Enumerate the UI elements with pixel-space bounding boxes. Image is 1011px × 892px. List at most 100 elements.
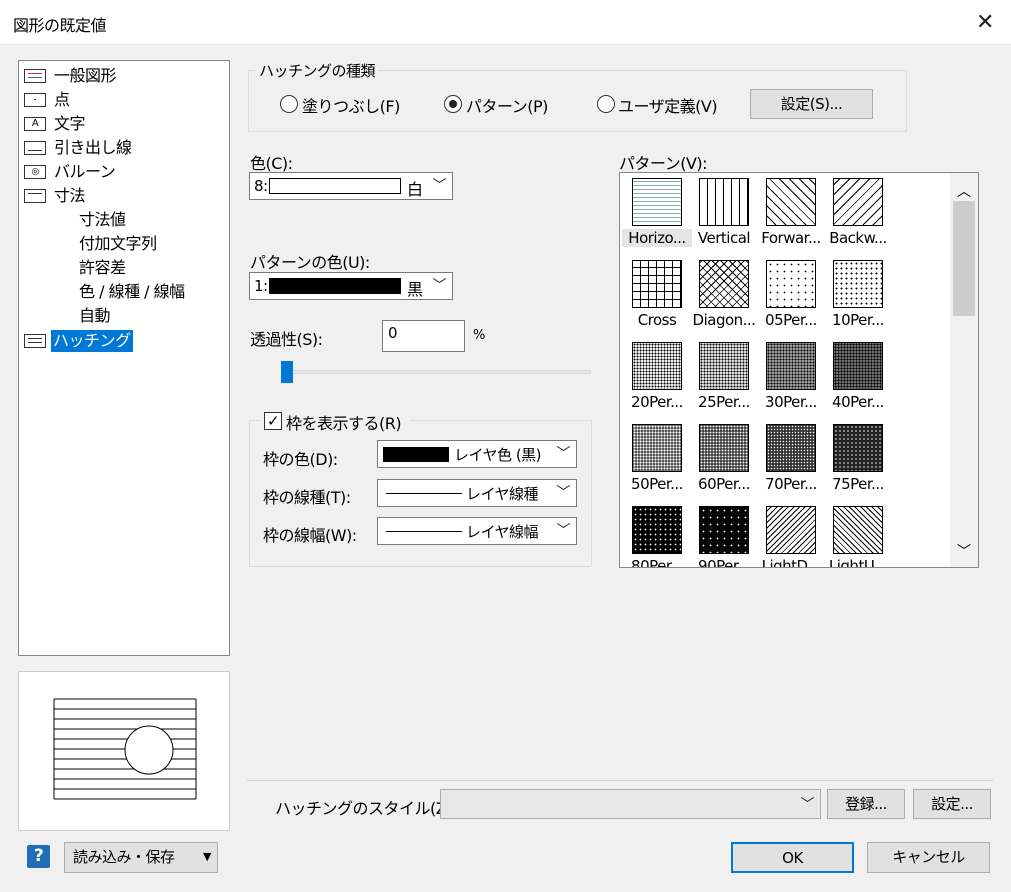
pattern-label: 60Per...	[698, 475, 750, 493]
pattern-item[interactable]: LightD...	[758, 501, 822, 567]
tree-item-label: ハッチング	[51, 330, 133, 352]
scroll-down-icon[interactable]: ﹀	[957, 541, 971, 561]
pattern-item[interactable]: 90Per...	[691, 501, 755, 567]
frame-linetype-line	[386, 493, 462, 494]
category-tree[interactable]: 一般図形 点 A 文字 引き出し線 ◎ バルーン 寸法 寸法値 付加文字列 許容…	[18, 60, 230, 656]
frame-linewidth-combo[interactable]: レイヤ線幅 ﹀	[377, 517, 577, 545]
tree-item-label: 許容差	[79, 258, 126, 277]
pattern-item[interactable]: 25Per...	[691, 337, 755, 415]
user-defined-radio[interactable]	[597, 95, 615, 113]
load-save-button[interactable]: 読み込み・保存 ▼	[64, 842, 218, 873]
tree-item-label: 文字	[54, 114, 86, 133]
pattern-item[interactable]: LightU...	[825, 501, 889, 567]
tree-item-label: 付加文字列	[79, 234, 157, 253]
pattern-label: 05Per...	[765, 311, 817, 329]
pattern-color-name: 黒	[407, 280, 423, 299]
pattern-item[interactable]: 75Per...	[825, 419, 889, 497]
help-icon[interactable]: ?	[27, 845, 50, 868]
tree-item-additional-text[interactable]: 付加文字列	[79, 233, 157, 255]
frame-linetype-combo[interactable]: レイヤ線種 ﹀	[377, 479, 577, 507]
pattern-item[interactable]: Forwar...	[758, 173, 822, 251]
frame-color-label: 枠の色(D):	[263, 450, 338, 469]
frame-color-value: レイヤ色 (黒)	[454, 446, 542, 464]
style-settings-button[interactable]: 設定...	[913, 789, 991, 819]
pattern-item[interactable]: Horizo...	[622, 173, 692, 251]
pattern-item[interactable]: Cross	[624, 255, 688, 333]
pattern-item[interactable]: Diagon...	[691, 255, 756, 333]
color-combo[interactable]: 8: 白 ﹀	[249, 172, 453, 200]
hatch-style-combo[interactable]: ﹀	[440, 789, 821, 819]
frame-linetype-label: 枠の線種(T):	[263, 488, 351, 507]
pattern-item[interactable]: 50Per...	[624, 419, 688, 497]
pattern-item[interactable]: 20Per...	[624, 337, 688, 415]
pattern-label: 40Per...	[832, 393, 884, 411]
frame-color-combo[interactable]: レイヤ色 (黒) ﹀	[377, 440, 577, 468]
pattern-item[interactable]: 40Per...	[825, 337, 889, 415]
pattern-swatch	[632, 260, 682, 308]
pattern-color-combo[interactable]: 1: 黒 ﹀	[249, 272, 453, 300]
pattern-label: 25Per...	[698, 393, 750, 411]
pattern-list[interactable]: Horizo... Vertical Forwar... Backw... Cross D…	[619, 172, 979, 568]
tree-item-label: 引き出し線	[54, 138, 132, 157]
pattern-item[interactable]: 30Per...	[758, 337, 822, 415]
frame-color-swatch	[383, 447, 449, 462]
tree-item-label: 点	[54, 90, 70, 109]
tree-item-color-line[interactable]: 色 / 線種 / 線幅	[79, 281, 185, 303]
register-button[interactable]: 登録...	[827, 789, 905, 819]
point-icon	[24, 93, 46, 107]
pattern-swatch	[632, 506, 682, 554]
cancel-button[interactable]: キャンセル	[867, 842, 990, 873]
pattern-item[interactable]: 60Per...	[691, 419, 755, 497]
percent-label: %	[473, 328, 485, 343]
tree-item-dimension-value[interactable]: 寸法値	[79, 209, 126, 231]
pattern-radio[interactable]	[444, 95, 462, 113]
pattern-item[interactable]: Vertical	[691, 173, 755, 251]
pattern-item[interactable]: 80Per...	[624, 501, 688, 567]
fill-radio-label[interactable]: 塗りつぶし(F)	[302, 93, 400, 117]
pattern-item[interactable]: 10Per...	[825, 255, 889, 333]
scroll-up-icon[interactable]: ︿	[957, 181, 971, 201]
chevron-down-icon: ﹀	[556, 523, 571, 539]
fill-radio[interactable]	[280, 95, 298, 113]
hatch-settings-button[interactable]: 設定(S)...	[750, 89, 873, 119]
scrollbar-thumb[interactable]	[953, 201, 975, 316]
pattern-scrollbar[interactable]: ︿ ﹀	[950, 173, 978, 567]
pattern-item[interactable]: 05Per...	[758, 255, 822, 333]
color-index: 8:	[254, 177, 268, 195]
pattern-swatch	[766, 424, 816, 472]
pattern-swatch	[833, 178, 883, 226]
pattern-swatch	[699, 424, 749, 472]
pattern-label: 75Per...	[832, 475, 884, 493]
hatch-style-label: ハッチングのスタイル(Z):	[275, 799, 457, 818]
pattern-label: 50Per...	[631, 475, 683, 493]
pattern-swatch	[833, 260, 883, 308]
divider	[247, 780, 993, 781]
transparency-slider-thumb[interactable]	[281, 361, 293, 383]
pattern-swatch	[632, 178, 682, 226]
color-name: 白	[407, 180, 423, 199]
user-defined-radio-label[interactable]: ユーザ定義(V)	[618, 93, 718, 117]
pattern-radio-label[interactable]: パターン(P)	[466, 93, 548, 117]
tree-item-label: 色 / 線種 / 線幅	[79, 282, 185, 301]
close-icon[interactable]: ✕	[960, 0, 1010, 45]
leader-line-icon	[24, 141, 46, 155]
tree-item-label: 寸法	[54, 186, 86, 205]
pattern-swatch	[766, 342, 816, 390]
text-icon: A	[24, 117, 46, 131]
pattern-color-swatch	[269, 278, 401, 294]
color-label: 色(C):	[250, 154, 293, 173]
pattern-item[interactable]: 70Per...	[758, 419, 822, 497]
show-frame-checkbox[interactable]: ✓	[264, 412, 282, 430]
transparency-input[interactable]: 0	[382, 320, 465, 352]
show-frame-label[interactable]: 枠を表示する(R)	[286, 410, 402, 434]
pattern-label: Horizo...	[622, 229, 692, 247]
tree-item-label: 自動	[79, 306, 111, 325]
pattern-label: Vertical	[697, 229, 751, 247]
pattern-swatch	[766, 178, 816, 226]
ok-button[interactable]: OK	[731, 842, 854, 873]
transparency-label: 透過性(S):	[250, 330, 323, 349]
pattern-item[interactable]: Backw...	[825, 173, 889, 251]
tree-item-auto[interactable]: 自動	[79, 305, 111, 327]
transparency-slider-track[interactable]	[287, 370, 591, 374]
tree-item-tolerance[interactable]: 許容差	[79, 257, 126, 279]
